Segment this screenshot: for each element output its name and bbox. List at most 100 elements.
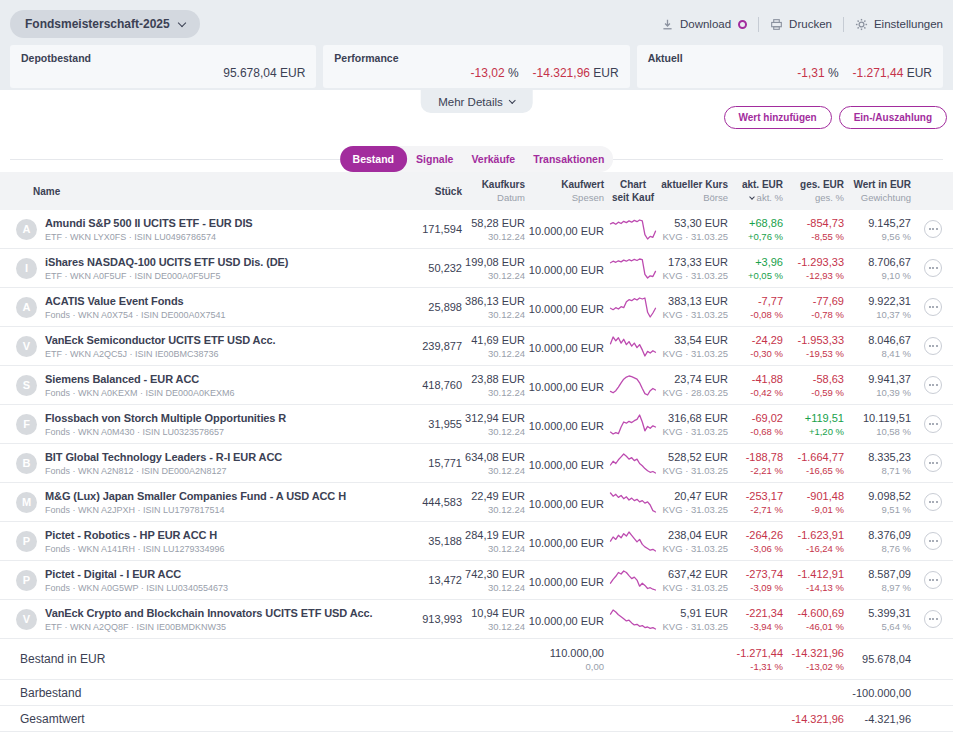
- sparkline-chart: [609, 333, 657, 359]
- fund-subtitle: ETF · WKN A0F5UF · ISIN DE000A0F5UF5: [45, 271, 288, 281]
- col-wert[interactable]: Wert in EUR: [853, 179, 911, 190]
- akt-eur-cell: -264,26-3,06 %: [728, 529, 783, 554]
- table-row: A ACATIS Value Event Fonds Fonds · WKN A…: [0, 288, 953, 327]
- sparkline-chart: [609, 489, 657, 515]
- portfolio-selector[interactable]: Fondsmeisterschaft-2025: [10, 10, 200, 38]
- fund-name-cell: F Flossbach von Storch Multiple Opportun…: [16, 412, 390, 437]
- table-row: V VanEck Crypto and Blockchain Innovator…: [0, 600, 953, 639]
- tab-transaktionen[interactable]: Transaktionen: [524, 146, 613, 172]
- aktueller-kurs-cell: 23,74 EURKVG · 28.03.25: [662, 373, 728, 398]
- kaufwert-value: 10.000,00 EUR: [525, 615, 604, 627]
- fund-name[interactable]: BIT Global Technology Leaders - R-I EUR …: [45, 451, 282, 463]
- fund-name-cell: I iShares NASDAQ-100 UCITS ETF USD Dis. …: [16, 256, 390, 281]
- footer-label: Barbestand: [16, 686, 390, 700]
- performance-label: Performance: [334, 52, 618, 64]
- kaufwert-value: 10.000,00 EUR: [525, 342, 604, 354]
- fund-name-cell: P Pictet - Robotics - HP EUR ACC H Fonds…: [16, 529, 390, 554]
- row-menu-button[interactable]: [924, 532, 942, 550]
- row-menu-button[interactable]: [924, 454, 942, 472]
- wert-cell: 10.119,5110,58 %: [844, 412, 911, 437]
- aktuell-amount: -1.271,44 EUR: [853, 66, 932, 80]
- avatar: P: [16, 570, 37, 591]
- tab-bestand[interactable]: Bestand: [340, 146, 407, 172]
- fund-name[interactable]: iShares NASDAQ-100 UCITS ETF USD Dis. (D…: [45, 256, 288, 268]
- row-menu-button[interactable]: [924, 259, 942, 277]
- avatar: P: [16, 531, 37, 552]
- tab-verkäufe[interactable]: Verkäufe: [462, 146, 524, 172]
- row-menu-button[interactable]: [924, 298, 942, 316]
- col-ges-eur[interactable]: ges. EUR: [800, 179, 844, 190]
- depot-balance-card: Depotbestand 95.678,04 EUR: [10, 45, 316, 88]
- performance-amount: -14.321,96 EUR: [533, 66, 619, 80]
- chart-cell: [604, 528, 662, 554]
- stueck-value: 171,594: [390, 223, 462, 235]
- gear-icon: [855, 18, 868, 31]
- sparkline-chart: [609, 294, 657, 320]
- ges-eur-cell: -1.623,91-16,24 %: [783, 529, 844, 554]
- download-badge: [738, 20, 747, 29]
- print-label: Drucken: [789, 18, 832, 30]
- more-details-button[interactable]: Mehr Details: [420, 90, 533, 113]
- col-kurs[interactable]: aktueller Kurs: [661, 179, 728, 190]
- row-menu-button[interactable]: [924, 610, 942, 628]
- row-menu-button[interactable]: [924, 376, 942, 394]
- fund-name-cell: S Siemens Balanced - EUR ACC Fonds · WKN…: [16, 373, 390, 398]
- col-akt-eur[interactable]: akt. EUR: [742, 179, 783, 190]
- col-kaufkurs[interactable]: Kaufkurs: [482, 179, 525, 190]
- print-button[interactable]: Drucken: [770, 18, 832, 31]
- row-menu-button[interactable]: [924, 415, 942, 433]
- aktueller-kurs-cell: 33,54 EURKVG · 31.03.25: [662, 334, 728, 359]
- akt-eur-cell: -7,77-0,08 %: [728, 295, 783, 320]
- fund-name[interactable]: Amundi S&P 500 II UCITS ETF - EUR DIS: [45, 217, 253, 229]
- settings-button[interactable]: Einstellungen: [855, 18, 943, 31]
- add-value-button[interactable]: Wert hinzufügen: [724, 106, 832, 129]
- aktueller-kurs-cell: 383,13 EURKVG · 31.03.25: [662, 295, 728, 320]
- avatar: S: [16, 375, 37, 396]
- fund-name[interactable]: Flossbach von Storch Multiple Opportunit…: [45, 412, 286, 424]
- separator: [843, 17, 844, 32]
- kaufkurs-cell: 41,69 EUR30.12.24: [462, 334, 525, 359]
- avatar: F: [16, 414, 37, 435]
- sparkline-chart: [609, 411, 657, 437]
- deposit-withdraw-button[interactable]: Ein-/Auszahlung: [839, 106, 947, 129]
- row-menu-button[interactable]: [924, 337, 942, 355]
- row-menu-button[interactable]: [924, 220, 942, 238]
- akt-eur-cell: +68,86+0,76 %: [728, 217, 783, 242]
- wert-cell: 9.922,3110,37 %: [844, 295, 911, 320]
- tab-signale[interactable]: Signale: [407, 146, 462, 172]
- fund-subtitle: Fonds · WKN A0KEXM · ISIN DE000A0KEXM6: [45, 388, 235, 398]
- separator: [758, 17, 759, 32]
- col-name[interactable]: Name: [16, 186, 60, 197]
- fund-name[interactable]: Pictet - Robotics - HP EUR ACC H: [45, 529, 225, 541]
- table-row: S Siemens Balanced - EUR ACC Fonds · WKN…: [0, 366, 953, 405]
- kaufwert-value: 10.000,00 EUR: [525, 576, 604, 588]
- fund-name-cell: P Pictet - Digital - I EUR ACC Fonds · W…: [16, 568, 390, 593]
- footer-ges-cell: -14.321,96-13,02 %: [783, 647, 844, 672]
- tabs-row: BestandSignaleVerkäufeTransaktionen: [0, 146, 953, 172]
- table-row: B BIT Global Technology Leaders - R-I EU…: [0, 444, 953, 483]
- fund-name[interactable]: M&G (Lux) Japan Smaller Companies Fund -…: [45, 490, 346, 502]
- chevron-down-icon: [509, 96, 516, 103]
- fund-name[interactable]: Siemens Balanced - EUR ACC: [45, 373, 235, 385]
- akt-eur-cell: -41,88-0,42 %: [728, 373, 783, 398]
- footer-wert: -4.321,96: [844, 713, 911, 725]
- stueck-value: 35,188: [390, 535, 462, 547]
- fund-name[interactable]: ACATIS Value Event Fonds: [45, 295, 226, 307]
- row-menu-button[interactable]: [924, 571, 942, 589]
- chart-cell: [604, 294, 662, 320]
- download-button[interactable]: Download: [661, 18, 747, 31]
- row-menu-button[interactable]: [924, 493, 942, 511]
- kaufwert-value: 10.000,00 EUR: [525, 381, 604, 393]
- chart-cell: [604, 216, 662, 242]
- fund-name-cell: V VanEck Semiconductor UCITS ETF USD Acc…: [16, 334, 390, 359]
- col-kaufwert[interactable]: Kaufwert: [561, 179, 604, 190]
- fund-name[interactable]: VanEck Crypto and Blockchain Innovators …: [45, 607, 373, 619]
- fund-name[interactable]: Pictet - Digital - I EUR ACC: [45, 568, 228, 580]
- fund-name[interactable]: VanEck Semiconductor UCITS ETF USD Acc.: [45, 334, 275, 346]
- akt-eur-cell: -273,74-3,09 %: [728, 568, 783, 593]
- col-stueck[interactable]: Stück: [435, 186, 462, 197]
- fund-subtitle: Fonds · WKN A0X754 · ISIN DE000A0X7541: [45, 310, 226, 320]
- kaufkurs-cell: 284,19 EUR30.12.24: [462, 529, 525, 554]
- aktueller-kurs-cell: 637,42 EURKVG · 31.03.25: [662, 568, 728, 593]
- settings-label: Einstellungen: [874, 18, 943, 30]
